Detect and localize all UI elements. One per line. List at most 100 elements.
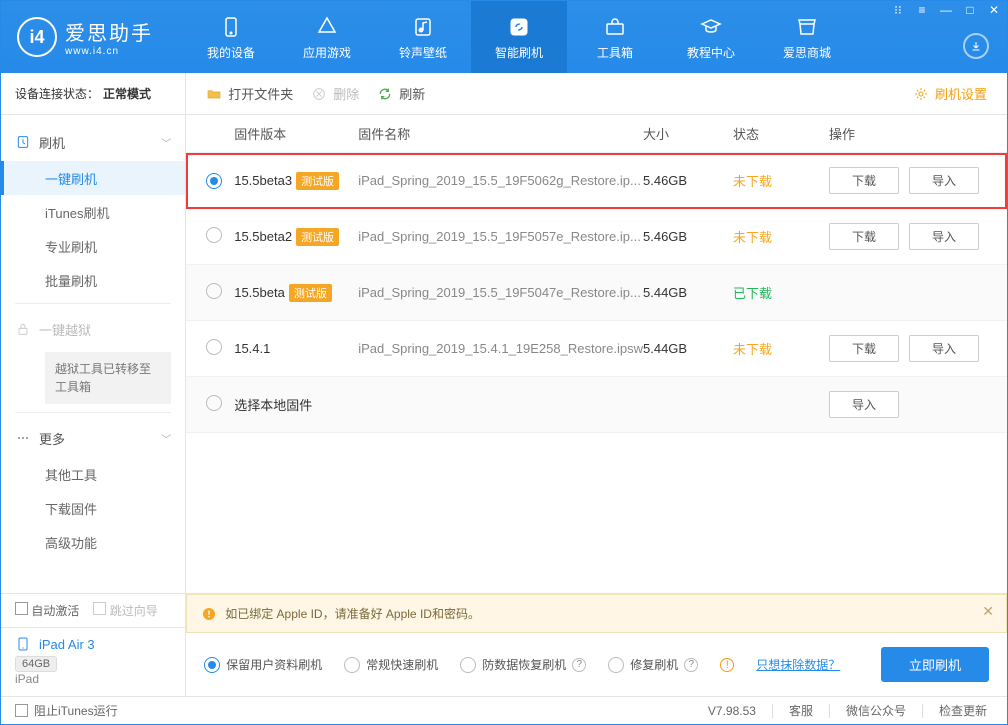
version-text: 15.5beta <box>234 285 285 300</box>
download-button[interactable]: 下载 <box>829 335 899 362</box>
help-icon[interactable]: ? <box>572 658 586 672</box>
nav-ringtones[interactable]: 铃声壁纸 <box>375 1 471 73</box>
brand-cn: 爱思助手 <box>65 17 153 46</box>
tutorial-icon <box>698 14 724 40</box>
nav-store[interactable]: 爱思商城 <box>759 1 855 73</box>
opt-keepdata[interactable]: 保留用户资料刷机 <box>204 656 322 673</box>
col-size: 大小 <box>643 124 733 143</box>
radio-icon <box>204 657 220 673</box>
sidebar-item-batch[interactable]: 批量刷机 <box>1 263 185 297</box>
radio-icon[interactable] <box>206 395 222 411</box>
import-button[interactable]: 导入 <box>909 223 979 250</box>
nav: 我的设备 应用游戏 铃声壁纸 智能刷机 工具箱 教程中心 爱思商城 <box>183 1 855 73</box>
import-button[interactable]: 导入 <box>829 391 899 418</box>
skip-guide-checkbox[interactable]: 跳过向导 <box>93 602 157 619</box>
table-row[interactable]: 15.5beta 测试版 iPad_Spring_2019_15.5_19F5047… <box>186 265 1007 321</box>
flash-now-button[interactable]: 立即刷机 <box>881 647 989 682</box>
status-text: 未下载 <box>733 339 829 358</box>
minimize-icon[interactable]: — <box>939 3 953 17</box>
table-header: 固件版本 固件名称 大小 状态 操作 <box>186 115 1007 153</box>
footer: 阻止iTunes运行 V7.98.53 客服 微信公众号 检查更新 <box>1 696 1007 724</box>
info-icon: ! <box>720 658 734 672</box>
table-body: 15.5beta3测试版iPad_Spring_2019_15.5_19F506… <box>186 153 1007 433</box>
nav-label: 智能刷机 <box>495 44 543 61</box>
cat-label: 一键越狱 <box>39 320 91 339</box>
notice-bar: 如已绑定 Apple ID，请准备好 Apple ID和密码。 ✕ <box>186 594 1007 633</box>
download-button[interactable]: 下载 <box>829 167 899 194</box>
refresh-button[interactable]: 刷新 <box>377 84 425 103</box>
nav-flash[interactable]: 智能刷机 <box>471 1 567 73</box>
sidebar-item-advanced[interactable]: 高级功能 <box>1 525 185 559</box>
close-notice-icon[interactable]: ✕ <box>982 603 994 620</box>
table-row[interactable]: 15.5beta3测试版iPad_Spring_2019_15.5_19F506… <box>186 153 1007 209</box>
radio-icon[interactable] <box>206 339 222 355</box>
nav-toolbox[interactable]: 工具箱 <box>567 1 663 73</box>
table-row[interactable]: 15.4.1iPad_Spring_2019_15.4.1_19E258_Res… <box>186 321 1007 377</box>
sidebar-item-download[interactable]: 下载固件 <box>1 491 185 525</box>
nav-apps[interactable]: 应用游戏 <box>279 1 375 73</box>
status-label: 设备连接状态： <box>15 85 99 102</box>
firmware-name: iPad_Spring_2019_15.5_19F5047e_Restore.i… <box>358 285 641 300</box>
maximize-icon[interactable]: □ <box>963 3 977 17</box>
firmware-name: iPad_Spring_2019_15.5_19F5057e_Restore.i… <box>358 229 641 244</box>
logo: i4 爱思助手 www.i4.cn <box>17 17 153 57</box>
table-row[interactable]: 选择本地固件导入 <box>186 377 1007 433</box>
sidebar-cat-jailbreak: 一键越狱 <box>1 310 185 348</box>
update-link[interactable]: 检查更新 <box>939 702 987 719</box>
sidebar-cat-flash[interactable]: 刷机 ﹀ <box>1 123 185 161</box>
radio-icon[interactable] <box>206 227 222 243</box>
titlebar: i4 爱思助手 www.i4.cn 我的设备 应用游戏 铃声壁纸 智能刷机 工具… <box>1 1 1007 73</box>
col-status: 状态 <box>733 124 829 143</box>
version-text: 15.5beta3 <box>234 173 292 188</box>
sidebar-item-pro[interactable]: 专业刷机 <box>1 229 185 263</box>
block-itunes-checkbox[interactable]: 阻止iTunes运行 <box>15 702 118 719</box>
help-icon[interactable]: ? <box>684 658 698 672</box>
wechat-link[interactable]: 微信公众号 <box>846 702 906 719</box>
sidebar-cat-more[interactable]: 更多 ﹀ <box>1 419 185 457</box>
import-button[interactable]: 导入 <box>909 167 979 194</box>
open-folder-button[interactable]: 打开文件夹 <box>206 84 293 103</box>
device-type: iPad <box>15 672 171 686</box>
version-text: 15.4.1 <box>234 341 270 356</box>
beta-badge: 测试版 <box>296 172 339 190</box>
delete-icon <box>311 86 327 102</box>
support-link[interactable]: 客服 <box>789 702 813 719</box>
list-icon[interactable]: ≡ <box>915 3 929 17</box>
brand-en: www.i4.cn <box>65 46 153 57</box>
radio-icon[interactable] <box>206 283 222 299</box>
sidebar-item-othertools[interactable]: 其他工具 <box>1 457 185 491</box>
nav-tutorials[interactable]: 教程中心 <box>663 1 759 73</box>
beta-badge: 测试版 <box>289 284 332 302</box>
sidebar-item-itunes[interactable]: iTunes刷机 <box>1 195 185 229</box>
close-icon[interactable]: ✕ <box>987 3 1001 17</box>
nav-label: 应用游戏 <box>303 44 351 61</box>
download-button[interactable]: 下载 <box>829 223 899 250</box>
table-row[interactable]: 15.5beta2测试版iPad_Spring_2019_15.5_19F505… <box>186 209 1007 265</box>
nav-mydevice[interactable]: 我的设备 <box>183 1 279 73</box>
status-value: 正常模式 <box>103 85 151 102</box>
auto-activate-checkbox[interactable]: 自动激活 <box>15 602 79 619</box>
opt-antiloss[interactable]: 防数据恢复刷机? <box>460 656 586 673</box>
import-button[interactable]: 导入 <box>909 335 979 362</box>
radio-icon[interactable] <box>206 173 222 189</box>
lower-panel: 如已绑定 Apple ID，请准备好 Apple ID和密码。 ✕ 保留用户资料… <box>186 593 1007 696</box>
flash-icon <box>15 134 31 150</box>
refresh-icon <box>377 86 393 102</box>
sidebar-device[interactable]: iPad Air 3 64GB iPad <box>1 627 185 696</box>
flash-settings-button[interactable]: 刷机设置 <box>913 84 987 103</box>
download-indicator[interactable] <box>963 33 989 59</box>
nav-label: 铃声壁纸 <box>399 44 447 61</box>
opt-normal[interactable]: 常规快速刷机 <box>344 656 438 673</box>
status-text: 已下载 <box>733 283 829 302</box>
sidebar-item-oneclick[interactable]: 一键刷机 <box>1 161 185 195</box>
version-text: 15.5beta2 <box>234 229 292 244</box>
device-icon <box>218 14 244 40</box>
opt-repair[interactable]: 修复刷机? <box>608 656 698 673</box>
sidebar-auto-row: 自动激活 跳过向导 <box>1 593 185 627</box>
erase-link[interactable]: 只想抹除数据？ <box>756 656 840 673</box>
tablet-icon <box>15 636 31 652</box>
menu-icon[interactable]: ⁝⁝ <box>891 3 905 17</box>
content: 打开文件夹 删除 刷新 刷机设置 固件版本 固件名称 大小 状态 操作 15.5… <box>186 73 1007 696</box>
separator <box>15 412 171 413</box>
logo-icon: i4 <box>17 17 57 57</box>
